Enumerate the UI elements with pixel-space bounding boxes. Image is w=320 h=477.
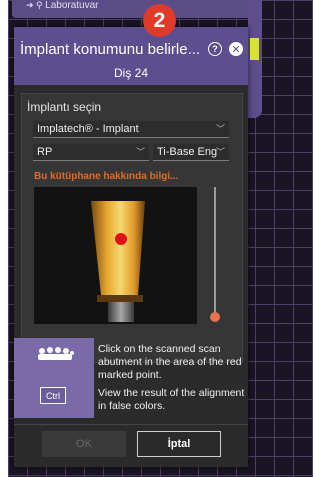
implant-library-value: Implatech® - Implant bbox=[37, 123, 139, 135]
base-type-select[interactable]: Ti-Base Eng ﹀ bbox=[153, 144, 229, 161]
instruction-icon-panel bbox=[14, 338, 94, 418]
platform-select[interactable]: RP ﹀ bbox=[33, 144, 149, 161]
tooth-number: Diş 24 bbox=[113, 66, 148, 80]
implant-position-dialog: İmplant konumunu belirle... Diş 24 ? ✕ İ… bbox=[14, 27, 248, 467]
dialog-title: İmplant konumunu belirle... bbox=[20, 41, 201, 58]
abutment-illustration bbox=[91, 201, 145, 322]
step-number-badge: 2 bbox=[143, 4, 176, 37]
implant-library-select[interactable]: Implatech® - Implant ﹀ bbox=[33, 121, 229, 138]
footer-divider bbox=[14, 424, 248, 425]
ctrl-key-icon: Ctrl bbox=[40, 387, 66, 404]
section-label: İmplantı seçin bbox=[27, 100, 102, 114]
ok-button[interactable]: OK bbox=[42, 431, 126, 457]
laboratory-tab-label: Laboratuvar bbox=[45, 0, 99, 11]
instruction-click: Click on the scanned scan abutment in th… bbox=[98, 343, 242, 381]
instruction-view: View the result of the alignment in fals… bbox=[98, 387, 245, 412]
close-circle-icon[interactable]: ✕ bbox=[229, 42, 243, 56]
status-marker bbox=[250, 38, 259, 60]
tooth-row-icon bbox=[38, 347, 74, 360]
chevron-down-icon: ﹀ bbox=[135, 147, 145, 157]
target-marker bbox=[115, 233, 127, 245]
question-circle-icon[interactable]: ? bbox=[208, 42, 222, 56]
chevron-down-icon: ﹀ bbox=[215, 147, 225, 157]
zoom-slider-track[interactable] bbox=[214, 187, 216, 315]
cancel-button[interactable]: İptal bbox=[137, 431, 221, 457]
platform-value: RP bbox=[37, 146, 53, 158]
dialog-titlebar: İmplant konumunu belirle... Diş 24 ? ✕ bbox=[14, 27, 248, 85]
library-info-link[interactable]: Bu kütüphane hakkında bilgi... bbox=[34, 171, 178, 182]
laboratory-tab[interactable]: ➜ ⚲ Laboratuvar bbox=[26, 0, 99, 11]
abutment-3d-viewer[interactable] bbox=[34, 187, 197, 324]
zoom-slider-thumb[interactable] bbox=[210, 312, 220, 322]
base-type-value: Ti-Base Eng bbox=[157, 146, 218, 158]
chevron-down-icon: ﹀ bbox=[215, 124, 225, 134]
